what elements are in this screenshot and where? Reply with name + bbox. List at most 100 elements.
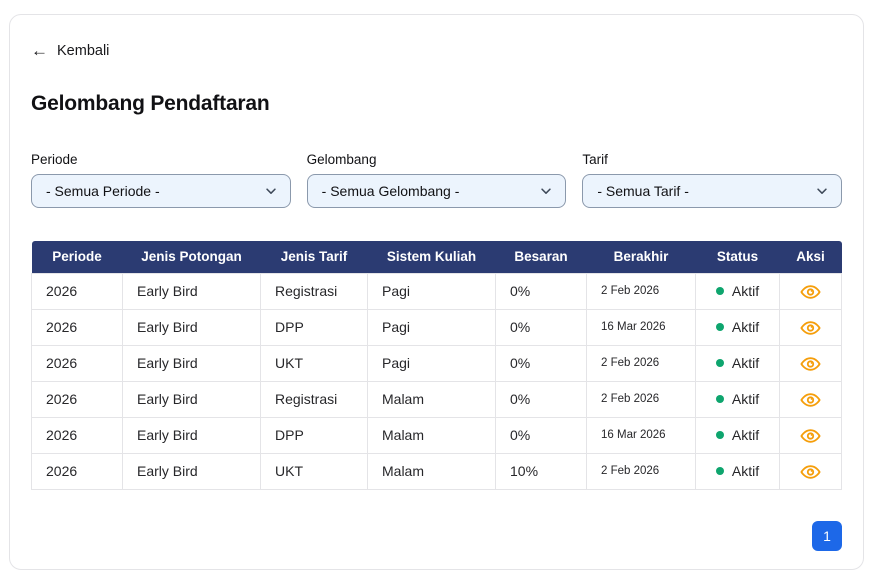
cell-jenis-potongan: Early Bird (123, 417, 261, 453)
cell-jenis-tarif: DPP (261, 309, 368, 345)
header-berakhir: Berakhir (587, 241, 696, 273)
cell-aksi (780, 417, 842, 453)
cell-aksi (780, 381, 842, 417)
table-header: Periode Jenis Potongan Jenis Tarif Siste… (32, 241, 842, 273)
back-label: Kembali (57, 43, 109, 59)
cell-jenis-potongan: Early Bird (123, 453, 261, 489)
status-dot-icon (716, 359, 724, 367)
page-1-button[interactable]: 1 (812, 521, 842, 551)
cell-sistem-kuliah: Malam (368, 381, 496, 417)
status-label: Aktif (732, 283, 759, 299)
status-label: Aktif (732, 427, 759, 443)
cell-periode: 2026 (32, 345, 123, 381)
status-label: Aktif (732, 319, 759, 335)
arrow-left-icon: ← (31, 42, 48, 59)
tarif-select[interactable]: - Semua Tarif - (582, 174, 842, 208)
cell-besaran: 0% (496, 273, 587, 309)
eye-icon (800, 320, 821, 336)
cell-sistem-kuliah: Pagi (368, 273, 496, 309)
filter-gelombang-label: Gelombang (307, 152, 567, 167)
header-jenis-tarif: Jenis Tarif (261, 241, 368, 273)
cell-sistem-kuliah: Malam (368, 417, 496, 453)
header-jenis-potongan: Jenis Potongan (123, 241, 261, 273)
periode-select-value: - Semua Periode - (46, 183, 160, 199)
tarif-select-value: - Semua Tarif - (597, 183, 689, 199)
back-link[interactable]: ← Kembali (31, 42, 109, 59)
header-besaran: Besaran (496, 241, 587, 273)
table-row: 2026 Early Bird Registrasi Malam 0% 2 Fe… (32, 381, 842, 417)
header-aksi: Aksi (780, 241, 842, 273)
filter-periode: Periode - Semua Periode - (31, 152, 291, 208)
content-card: ← Kembali Gelombang Pendaftaran Periode … (9, 14, 864, 570)
chevron-down-icon (539, 184, 553, 198)
filter-tarif-label: Tarif (582, 152, 842, 167)
cell-aksi (780, 309, 842, 345)
view-button[interactable] (800, 464, 821, 480)
table-row: 2026 Early Bird UKT Pagi 0% 2 Feb 2026 A… (32, 345, 842, 381)
table-row: 2026 Early Bird Registrasi Pagi 0% 2 Feb… (32, 273, 842, 309)
cell-periode: 2026 (32, 381, 123, 417)
view-button[interactable] (800, 284, 821, 300)
eye-icon (800, 356, 821, 372)
cell-besaran: 0% (496, 417, 587, 453)
cell-periode: 2026 (32, 273, 123, 309)
cell-status: Aktif (696, 309, 780, 345)
table-body: 2026 Early Bird Registrasi Pagi 0% 2 Feb… (32, 273, 842, 489)
filter-periode-label: Periode (31, 152, 291, 167)
cell-besaran: 0% (496, 381, 587, 417)
status-dot-icon (716, 323, 724, 331)
chevron-down-icon (815, 184, 829, 198)
cell-jenis-tarif: Registrasi (261, 381, 368, 417)
cell-berakhir: 2 Feb 2026 (587, 345, 696, 381)
chevron-down-icon (264, 184, 278, 198)
status-label: Aktif (732, 355, 759, 371)
pagination: 1 (31, 521, 842, 551)
view-button[interactable] (800, 356, 821, 372)
filter-gelombang: Gelombang - Semua Gelombang - (307, 152, 567, 208)
status-dot-icon (716, 287, 724, 295)
header-status: Status (696, 241, 780, 273)
gelombang-table: Periode Jenis Potongan Jenis Tarif Siste… (31, 241, 842, 490)
gelombang-select[interactable]: - Semua Gelombang - (307, 174, 567, 208)
cell-besaran: 0% (496, 345, 587, 381)
cell-aksi (780, 345, 842, 381)
cell-jenis-tarif: Registrasi (261, 273, 368, 309)
cell-aksi (780, 273, 842, 309)
gelombang-table-wrap: Periode Jenis Potongan Jenis Tarif Siste… (31, 241, 842, 490)
eye-icon (800, 392, 821, 408)
cell-jenis-potongan: Early Bird (123, 309, 261, 345)
eye-icon (800, 464, 821, 480)
table-row: 2026 Early Bird UKT Malam 10% 2 Feb 2026… (32, 453, 842, 489)
filter-bar: Periode - Semua Periode - Gelombang - Se… (31, 152, 842, 208)
view-button[interactable] (800, 392, 821, 408)
periode-select[interactable]: - Semua Periode - (31, 174, 291, 208)
header-sistem-kuliah: Sistem Kuliah (368, 241, 496, 273)
gelombang-select-value: - Semua Gelombang - (322, 183, 460, 199)
cell-jenis-potongan: Early Bird (123, 273, 261, 309)
cell-status: Aktif (696, 273, 780, 309)
cell-sistem-kuliah: Pagi (368, 309, 496, 345)
status-dot-icon (716, 395, 724, 403)
eye-icon (800, 284, 821, 300)
cell-periode: 2026 (32, 453, 123, 489)
table-row: 2026 Early Bird DPP Pagi 0% 16 Mar 2026 … (32, 309, 842, 345)
cell-status: Aktif (696, 453, 780, 489)
view-button[interactable] (800, 428, 821, 444)
cell-besaran: 10% (496, 453, 587, 489)
cell-status: Aktif (696, 381, 780, 417)
page-title: Gelombang Pendaftaran (31, 92, 842, 116)
filter-tarif: Tarif - Semua Tarif - (582, 152, 842, 208)
cell-jenis-tarif: UKT (261, 453, 368, 489)
status-label: Aktif (732, 391, 759, 407)
view-button[interactable] (800, 320, 821, 336)
eye-icon (800, 428, 821, 444)
status-dot-icon (716, 467, 724, 475)
cell-besaran: 0% (496, 309, 587, 345)
cell-berakhir: 16 Mar 2026 (587, 309, 696, 345)
status-label: Aktif (732, 463, 759, 479)
cell-berakhir: 2 Feb 2026 (587, 381, 696, 417)
cell-periode: 2026 (32, 309, 123, 345)
cell-jenis-tarif: UKT (261, 345, 368, 381)
status-dot-icon (716, 431, 724, 439)
cell-status: Aktif (696, 417, 780, 453)
